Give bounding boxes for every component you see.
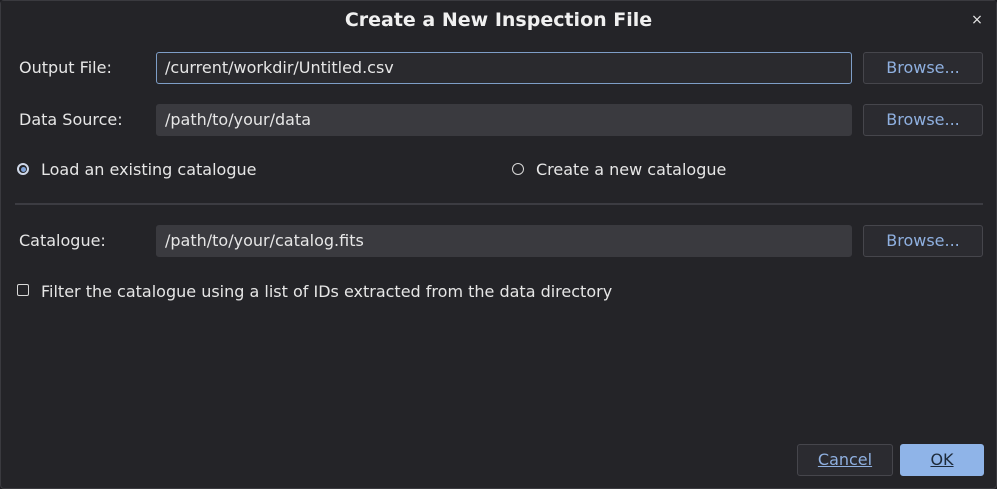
inspection-file-dialog: Create a New Inspection File × Output Fi… (0, 0, 997, 489)
output-file-field[interactable]: /current/workdir/Untitled.csv (156, 52, 852, 84)
data-source-label: Data Source: (19, 110, 123, 129)
data-source-field[interactable]: /path/to/your/data (156, 104, 852, 136)
catalogue-label: Catalogue: (19, 231, 106, 250)
radio-load-existing-catalogue[interactable]: Load an existing catalogue (15, 158, 315, 182)
title-bar[interactable]: Create a New Inspection File × (1, 1, 996, 39)
ok-button[interactable]: OK (900, 444, 984, 476)
radio-load-existing-label: Load an existing catalogue (41, 160, 257, 179)
radio-checked-icon[interactable] (17, 163, 29, 175)
catalogue-browse-button[interactable]: Browse... (863, 225, 983, 257)
filter-checkbox[interactable] (17, 284, 29, 296)
output-file-browse-button[interactable]: Browse... (863, 52, 983, 84)
close-icon[interactable]: × (966, 9, 988, 31)
output-file-label: Output File: (19, 58, 112, 77)
radio-create-new-catalogue[interactable]: Create a new catalogue (510, 158, 810, 182)
dialog-title: Create a New Inspection File (344, 9, 653, 31)
catalogue-field[interactable]: /path/to/your/catalog.fits (156, 225, 852, 257)
radio-unchecked-icon[interactable] (512, 163, 524, 175)
data-source-browse-button[interactable]: Browse... (863, 104, 983, 136)
cancel-button[interactable]: Cancel (797, 444, 893, 476)
section-divider (15, 203, 983, 205)
filter-checkbox-label[interactable]: Filter the catalogue using a list of IDs… (41, 280, 612, 304)
radio-create-new-label: Create a new catalogue (536, 160, 727, 179)
